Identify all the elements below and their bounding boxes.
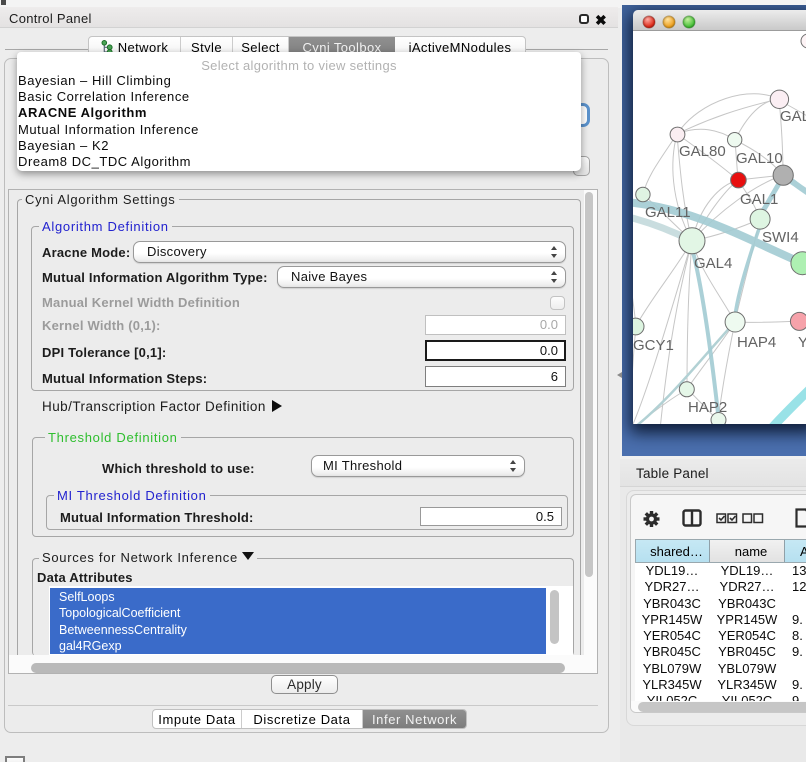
svg-text:GCY1: GCY1	[633, 337, 674, 354]
svg-text:GAL80: GAL80	[679, 143, 726, 160]
svg-text:SWI4: SWI4	[762, 229, 799, 246]
svg-text:GAL7: GAL7	[780, 108, 806, 125]
svg-text:GAL11: GAL11	[645, 204, 691, 221]
svg-text:YM: YM	[798, 334, 806, 351]
svg-text:GAL4: GAL4	[694, 255, 732, 272]
svg-text:GAL10: GAL10	[736, 150, 783, 167]
svg-text:HAP2: HAP2	[688, 399, 727, 416]
svg-text:HAP4: HAP4	[737, 334, 776, 351]
svg-text:GAL1: GAL1	[740, 191, 778, 208]
